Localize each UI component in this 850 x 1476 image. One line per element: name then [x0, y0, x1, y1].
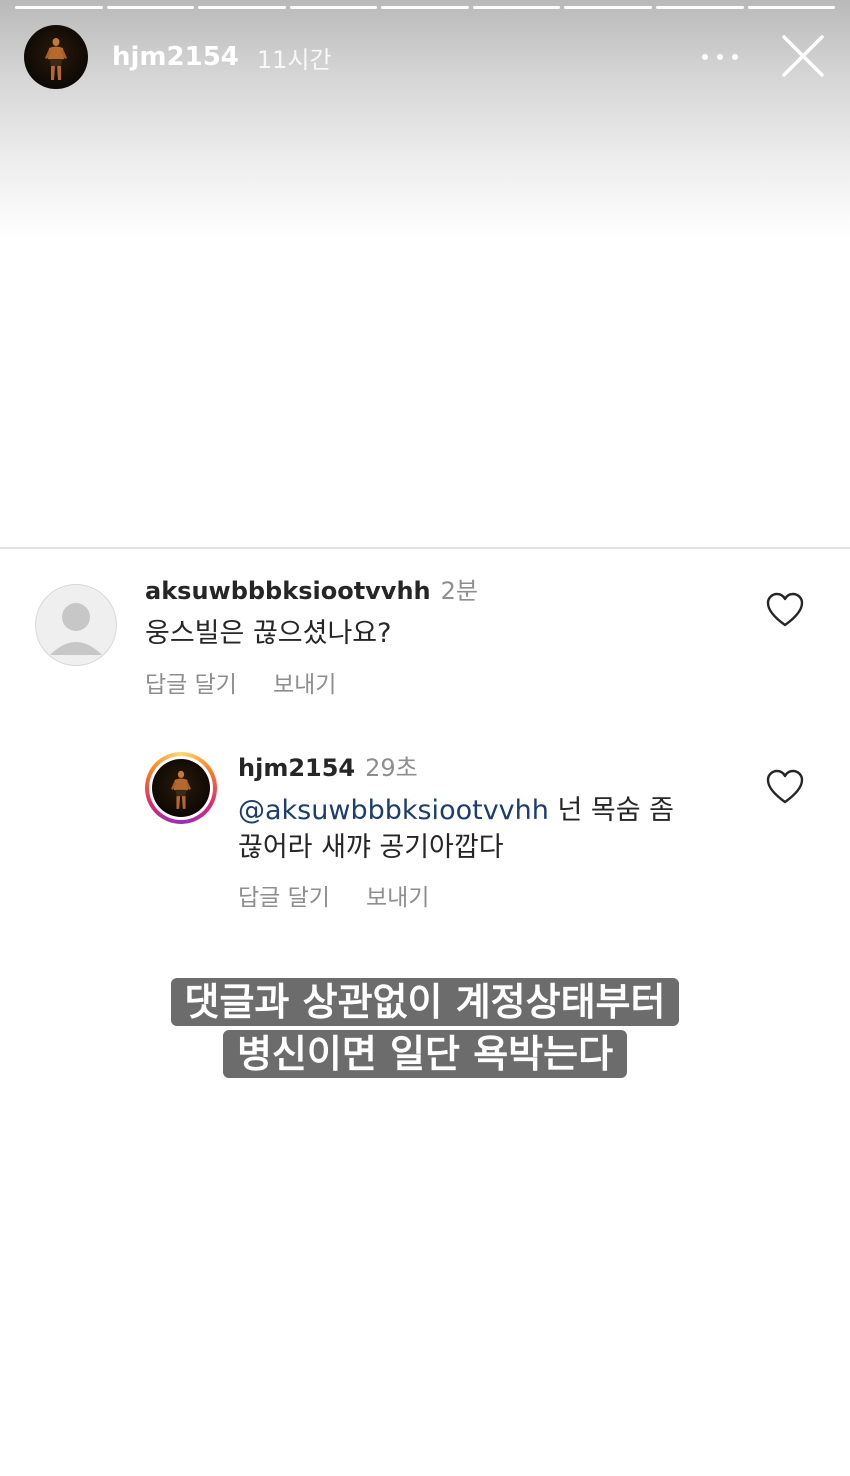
progress-segment [106, 6, 195, 9]
bodybuilder-figure-icon [45, 38, 67, 80]
progress-segment [472, 6, 561, 9]
comment-timestamp: 29초 [365, 754, 418, 782]
comment-text: @aksuwbbbksiootvvhh 넌 목숨 좀 끊어라 새꺄 공기아깝다 [238, 792, 674, 866]
progress-segment [15, 6, 103, 9]
reply-avatar [152, 759, 210, 817]
send-button[interactable]: 보내기 [366, 878, 429, 912]
divider [0, 547, 850, 549]
progress-segment [381, 6, 469, 9]
progress-segment [747, 6, 836, 9]
more-dots-icon[interactable] [702, 45, 738, 69]
comment-text-line2: 끊어라 새꺄 공기아깝다 [238, 832, 504, 863]
story-caption-line: 병신이면 일단 욕박는다 [0, 1030, 850, 1078]
comment-actions: 답글 달기 보내기 [238, 878, 429, 912]
mention-link[interactable]: @aksuwbbbksiootvvhh [238, 795, 549, 826]
bodybuilder-figure-icon [171, 770, 191, 809]
progress-segment [655, 6, 744, 9]
comment-username[interactable]: hjm2154 29초 [238, 748, 418, 783]
comment-username-text[interactable]: aksuwbbbksiootvvhh [145, 577, 431, 605]
progress-segment [198, 6, 286, 9]
story-header: hjm2154 11시간 [24, 25, 826, 89]
story-timestamp: 11시간 [256, 45, 332, 74]
story-ring-avatar[interactable] [145, 752, 217, 824]
reply-button[interactable]: 답글 달기 [238, 878, 330, 912]
story-avatar[interactable] [24, 25, 88, 89]
close-icon[interactable] [780, 33, 826, 79]
progress-segment [289, 6, 378, 9]
send-button[interactable]: 보내기 [273, 665, 336, 699]
comment-username[interactable]: aksuwbbbksiootvvhh 2분 [145, 571, 478, 606]
reply-button[interactable]: 답글 달기 [145, 665, 237, 699]
heart-icon[interactable] [766, 592, 804, 628]
comment-actions: 답글 달기 보내기 [145, 665, 336, 699]
progress-segment [564, 6, 652, 9]
default-avatar-icon[interactable] [35, 584, 117, 666]
comment-timestamp: 2분 [440, 577, 478, 605]
caption-text-line2: 병신이면 일단 욕박는다 [222, 1030, 628, 1078]
comment-text-line1: 넌 목숨 좀 [548, 795, 674, 826]
comment-text: 웅스빌은 끊으셨나요? [145, 618, 392, 649]
story-username[interactable]: hjm2154 [112, 42, 239, 72]
caption-text-line1: 댓글과 상관없이 계정상태부터 [170, 978, 680, 1026]
story-caption-line: 댓글과 상관없이 계정상태부터 [0, 978, 850, 1026]
comment-username-text[interactable]: hjm2154 [238, 754, 355, 782]
heart-icon[interactable] [766, 769, 804, 805]
story-progress-bar [15, 6, 836, 9]
